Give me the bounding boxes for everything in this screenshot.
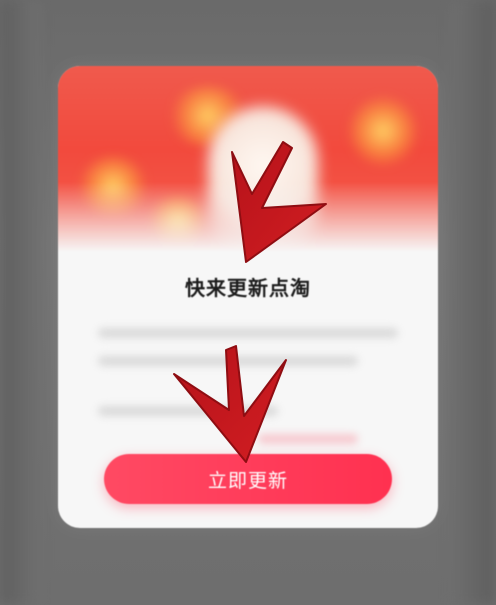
- dialog-title: 快来更新点淘: [185, 276, 311, 300]
- screen: 快来更新点淘 立即更新: [0, 0, 496, 605]
- banner-fade: [58, 182, 438, 252]
- body-text-placeholder: [98, 406, 278, 416]
- body-text-placeholder: [98, 328, 398, 338]
- decoration: [348, 96, 418, 166]
- background-blur: [451, 0, 496, 605]
- background-blur: [0, 0, 40, 605]
- update-now-button[interactable]: 立即更新: [104, 454, 392, 504]
- body-text-placeholder: [258, 434, 358, 444]
- body-text-placeholder: [98, 356, 358, 366]
- dialog-banner: [58, 66, 438, 252]
- update-dialog: 快来更新点淘 立即更新: [58, 66, 438, 528]
